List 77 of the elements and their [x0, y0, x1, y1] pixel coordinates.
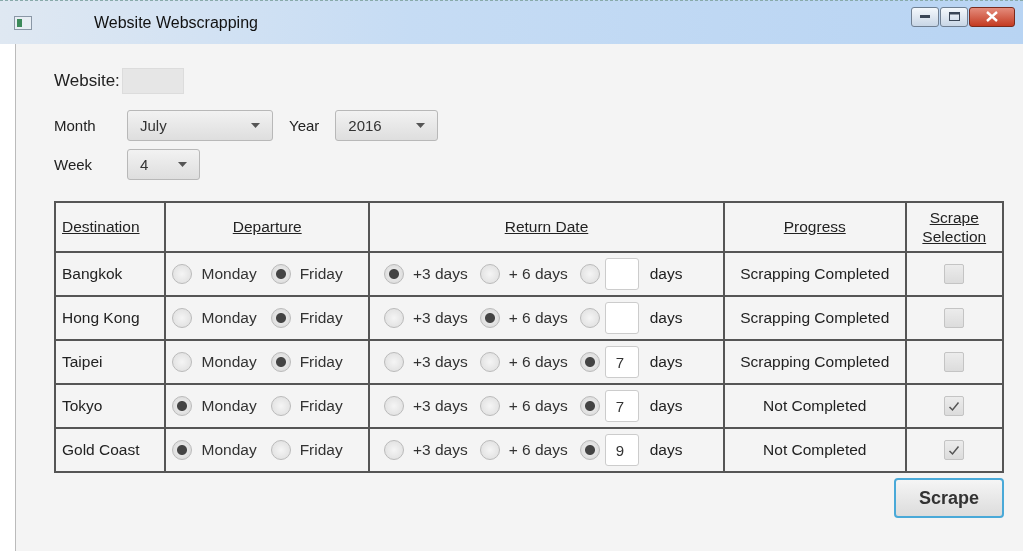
- return-radio[interactable]: + 6 days: [479, 308, 568, 328]
- column-header: Progress: [783, 218, 846, 236]
- progress-status: Not Completed: [763, 441, 867, 458]
- caret-icon: [416, 123, 426, 128]
- progress-status: Not Completed: [763, 397, 867, 414]
- days-unit: days: [649, 441, 683, 459]
- return-radio[interactable]: + 6 days: [479, 352, 568, 372]
- custom-days-radio[interactable]: [579, 396, 600, 416]
- days-input[interactable]: 7: [604, 390, 639, 422]
- departure-radio[interactable]: Monday: [172, 352, 257, 372]
- custom-days-radio[interactable]: [579, 308, 600, 328]
- days-input[interactable]: [604, 302, 639, 334]
- column-header: Scrape Selection: [921, 207, 988, 247]
- destination-text: Gold Coast: [62, 441, 140, 458]
- departure-radio[interactable]: Friday: [270, 396, 343, 416]
- scrape-checkbox[interactable]: [944, 308, 965, 328]
- minimize-icon: [920, 14, 930, 19]
- maximize-icon: [948, 12, 960, 21]
- column-header: Departure: [232, 218, 302, 236]
- progress-status: Scrapping Completed: [740, 309, 890, 326]
- return-radio[interactable]: + 6 days: [479, 264, 568, 284]
- destination-text: Hong Kong: [62, 309, 140, 326]
- checkmark-icon: [948, 444, 961, 456]
- filter-label: Month: [54, 117, 97, 134]
- progress-status: Scrapping Completed: [740, 353, 890, 370]
- return-radio[interactable]: + 6 days: [479, 440, 568, 460]
- caret-icon: [178, 162, 187, 167]
- dropdown[interactable]: July: [127, 110, 273, 141]
- close-icon: [986, 11, 998, 22]
- scrape-checkbox[interactable]: [944, 264, 965, 284]
- return-radio[interactable]: +3 days: [383, 264, 468, 284]
- destination-text: Taipei: [62, 353, 103, 370]
- website-field[interactable]: [121, 68, 184, 94]
- return-radio[interactable]: +3 days: [383, 352, 468, 372]
- departure-radio[interactable]: Friday: [270, 352, 343, 372]
- days-unit: days: [649, 353, 683, 371]
- window-title: Website Webscrapping: [94, 13, 258, 32]
- days-unit: days: [649, 397, 683, 415]
- maximize-button[interactable]: [940, 6, 968, 27]
- scrape-checkbox[interactable]: [944, 352, 965, 372]
- departure-radio[interactable]: Friday: [270, 308, 343, 328]
- return-radio[interactable]: +3 days: [383, 396, 468, 416]
- days-input[interactable]: 9: [604, 434, 639, 466]
- return-radio[interactable]: +3 days: [383, 440, 468, 460]
- destination-text: Tokyo: [62, 397, 103, 414]
- departure-radio[interactable]: Friday: [270, 440, 343, 460]
- custom-days-radio[interactable]: [579, 264, 600, 284]
- minimize-button[interactable]: [911, 6, 939, 27]
- scrape-button[interactable]: Scrape: [894, 478, 1004, 518]
- progress-status: Scrapping Completed: [740, 265, 890, 282]
- scrape-checkbox[interactable]: [944, 396, 965, 416]
- departure-radio[interactable]: Friday: [270, 264, 343, 284]
- column-header: Destination: [62, 218, 140, 236]
- filter-label: Year: [289, 117, 320, 134]
- dropdown[interactable]: 4: [127, 149, 200, 180]
- scrape-checkbox[interactable]: [944, 440, 965, 460]
- departure-radio[interactable]: Monday: [172, 264, 257, 284]
- filter-label: Week: [54, 156, 94, 173]
- days-unit: days: [649, 265, 683, 283]
- app-icon: [14, 15, 32, 30]
- destination-text: Bangkok: [62, 265, 123, 282]
- days-input[interactable]: 7: [604, 346, 639, 378]
- days-unit: days: [649, 309, 683, 327]
- caret-icon: [251, 123, 260, 128]
- return-radio[interactable]: +3 days: [383, 308, 468, 328]
- departure-radio[interactable]: Monday: [172, 440, 257, 460]
- departure-radio[interactable]: Monday: [172, 396, 257, 416]
- custom-days-radio[interactable]: [579, 440, 600, 460]
- departure-radio[interactable]: Monday: [172, 308, 257, 328]
- column-header: Return Date: [504, 218, 589, 236]
- custom-days-radio[interactable]: [579, 352, 600, 372]
- dropdown[interactable]: 2016: [335, 110, 439, 141]
- close-button[interactable]: [969, 6, 1015, 27]
- days-input[interactable]: [604, 258, 639, 290]
- checkmark-icon: [948, 400, 961, 412]
- website-label: Website:: [54, 71, 120, 91]
- return-radio[interactable]: + 6 days: [479, 396, 568, 416]
